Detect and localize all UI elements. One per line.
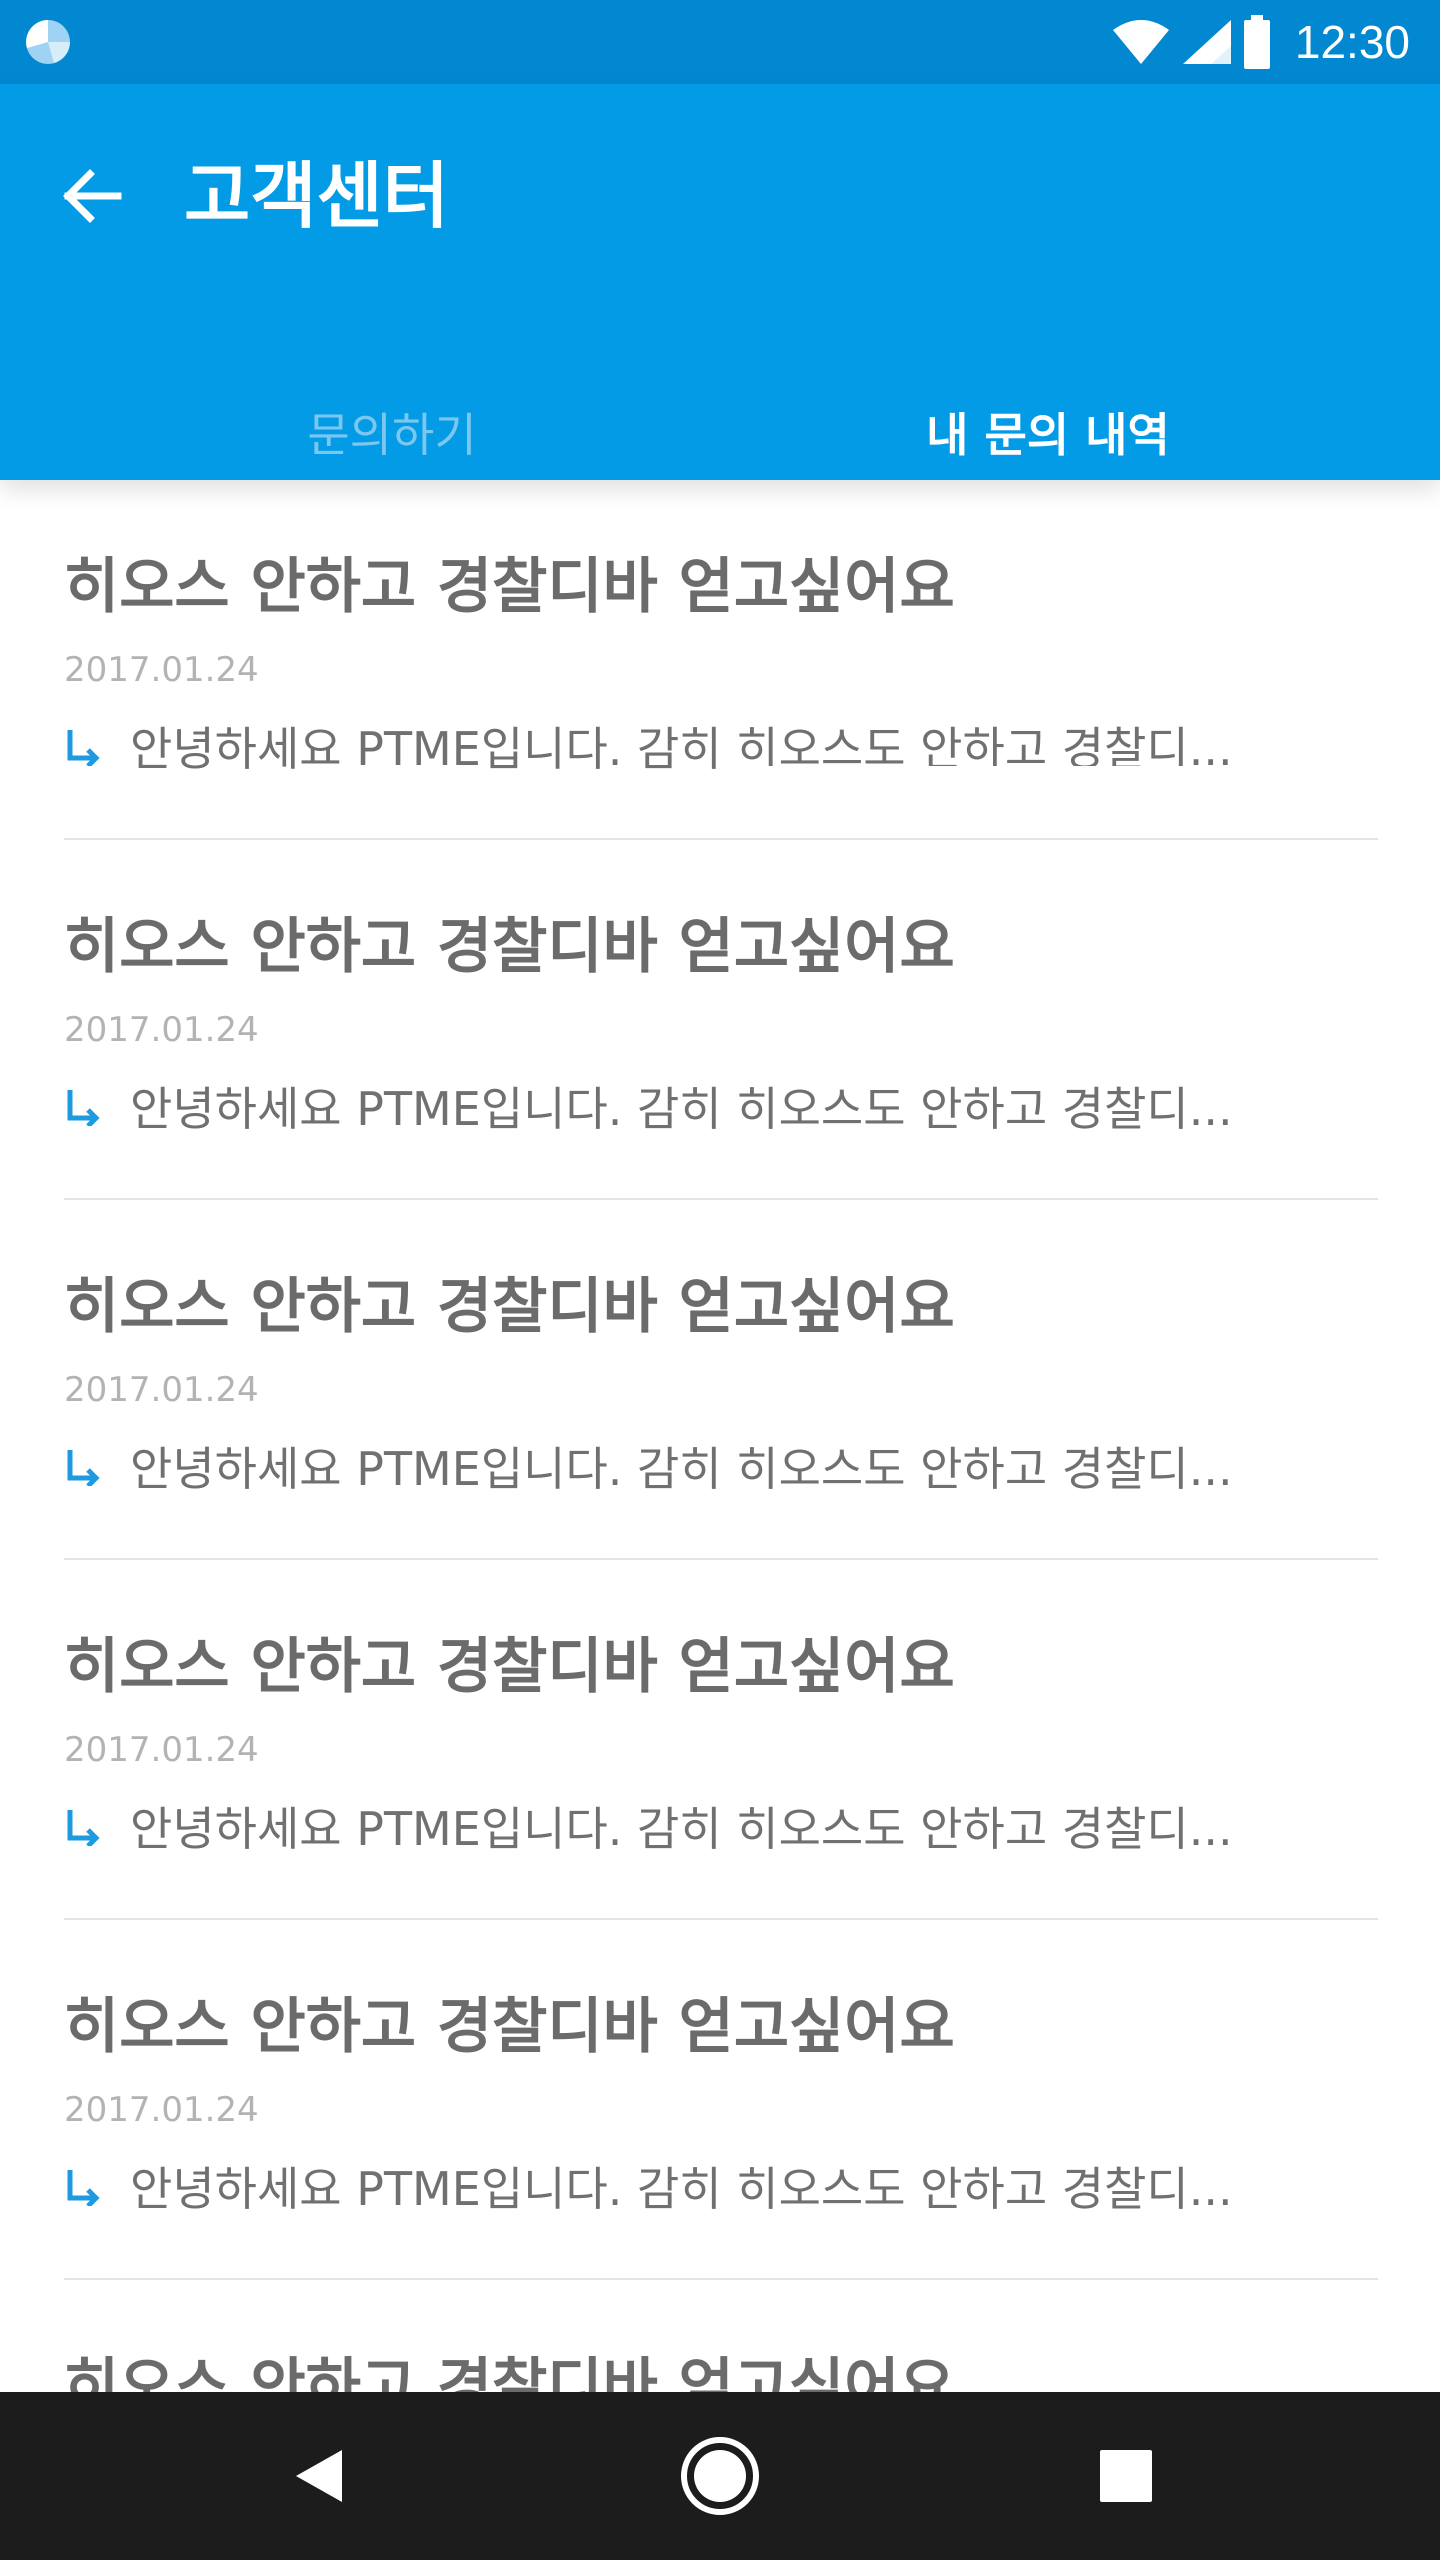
- nav-recent-icon: [1100, 2450, 1152, 2502]
- battery-icon: [1243, 15, 1270, 69]
- reply-preview: 안녕하세요 PTME입니다. 감히 히오스도 안하고 경찰디...: [130, 1802, 1233, 1856]
- nav-recent-button[interactable]: [1086, 2436, 1166, 2516]
- nav-home-button[interactable]: [680, 2436, 760, 2516]
- reply-arrow-icon: [64, 1446, 104, 1486]
- list-item[interactable]: 히오스 안하고 경찰디바 얻고싶어요 2017.01.24 안녕하세요 PTME…: [64, 480, 1378, 840]
- nav-home-icon: [681, 2437, 759, 2515]
- status-bar: 12:30: [0, 0, 1440, 84]
- navigation-bar: [0, 2392, 1440, 2560]
- status-time: 12:30: [1294, 16, 1410, 68]
- list-item[interactable]: 히오스 안하고 경찰디바 얻고싶어요 2017.01.24 안녕하세요 PTME…: [64, 840, 1378, 1200]
- list-item[interactable]: 히오스 안하고 경찰디바 얻고싶어요 2017.01.24 안녕하세요 PTME…: [64, 1560, 1378, 1920]
- tab-inquiry-label: 문의하기: [307, 408, 477, 462]
- app-bar: 고객센터 문의하기 내 문의 내역: [0, 84, 1440, 780]
- reply-arrow-icon: [64, 2166, 104, 2206]
- signal-icon: [1182, 20, 1231, 64]
- arrow-back-icon: [63, 169, 122, 223]
- nav-back-icon: [296, 2450, 342, 2502]
- page-title: 고객센터: [184, 154, 449, 238]
- item-reply: 안녕하세요 PTME입니다. 감히 히오스도 안하고 경찰디...: [64, 1438, 1233, 1496]
- nav-back-button[interactable]: [278, 2436, 358, 2516]
- item-date: 2017.01.24: [64, 1370, 259, 1410]
- item-reply: 안녕하세요 PTME입니다. 감히 히오스도 안하고 경찰디...: [64, 1798, 1233, 1856]
- back-button[interactable]: [40, 144, 144, 248]
- item-reply: 안녕하세요 PTME입니다. 감히 히오스도 안하고 경찰디...: [64, 2158, 1233, 2216]
- list-item[interactable]: 히오스 안하고 경찰디바 얻고싶어요 2017.01.24 안녕하세요 PTME…: [64, 1200, 1378, 1560]
- app-pie-icon: [26, 20, 70, 64]
- reply-arrow-icon: [64, 1086, 104, 1126]
- tab-my-history[interactable]: 내 문의 내역: [720, 384, 1376, 480]
- reply-preview: 안녕하세요 PTME입니다. 감히 히오스도 안하고 경찰디...: [130, 1082, 1233, 1136]
- item-title: 히오스 안하고 경찰디바 얻고싶어요: [64, 1632, 955, 1702]
- tab-inquiry[interactable]: 문의하기: [64, 384, 720, 480]
- tab-my-history-label: 내 문의 내역: [926, 408, 1170, 462]
- item-date: 2017.01.24: [64, 2090, 259, 2130]
- item-reply: 안녕하세요 PTME입니다. 감히 히오스도 안하고 경찰디...: [64, 1078, 1233, 1136]
- item-date: 2017.01.24: [64, 1010, 259, 1050]
- status-icons: 12:30: [1111, 0, 1410, 84]
- item-title: 히오스 안하고 경찰디바 얻고싶어요: [64, 912, 955, 982]
- reply-arrow-icon: [64, 726, 104, 766]
- list-item[interactable]: 히오스 안하고 경찰디바 얻고싶어요 2017.01.24 안녕하세요 PTME…: [64, 1920, 1378, 2280]
- item-title: 히오스 안하고 경찰디바 얻고싶어요: [64, 2352, 955, 2392]
- reply-arrow-icon: [64, 1806, 104, 1846]
- list-item[interactable]: 히오스 안하고 경찰디바 얻고싶어요: [64, 2280, 1378, 2392]
- item-title: 히오스 안하고 경찰디바 얻고싶어요: [64, 1992, 955, 2062]
- wifi-icon: [1112, 20, 1169, 64]
- item-title: 히오스 안하고 경찰디바 얻고싶어요: [64, 552, 955, 622]
- reply-preview: 안녕하세요 PTME입니다. 감히 히오스도 안하고 경찰디...: [130, 2162, 1233, 2216]
- item-date: 2017.01.24: [64, 650, 259, 690]
- item-date: 2017.01.24: [64, 1730, 259, 1770]
- tab-bar: 문의하기 내 문의 내역: [0, 384, 1440, 780]
- item-title: 히오스 안하고 경찰디바 얻고싶어요: [64, 1272, 955, 1342]
- reply-preview: 안녕하세요 PTME입니다. 감히 히오스도 안하고 경찰디...: [130, 1442, 1233, 1496]
- tab-indicator: [720, 766, 1376, 780]
